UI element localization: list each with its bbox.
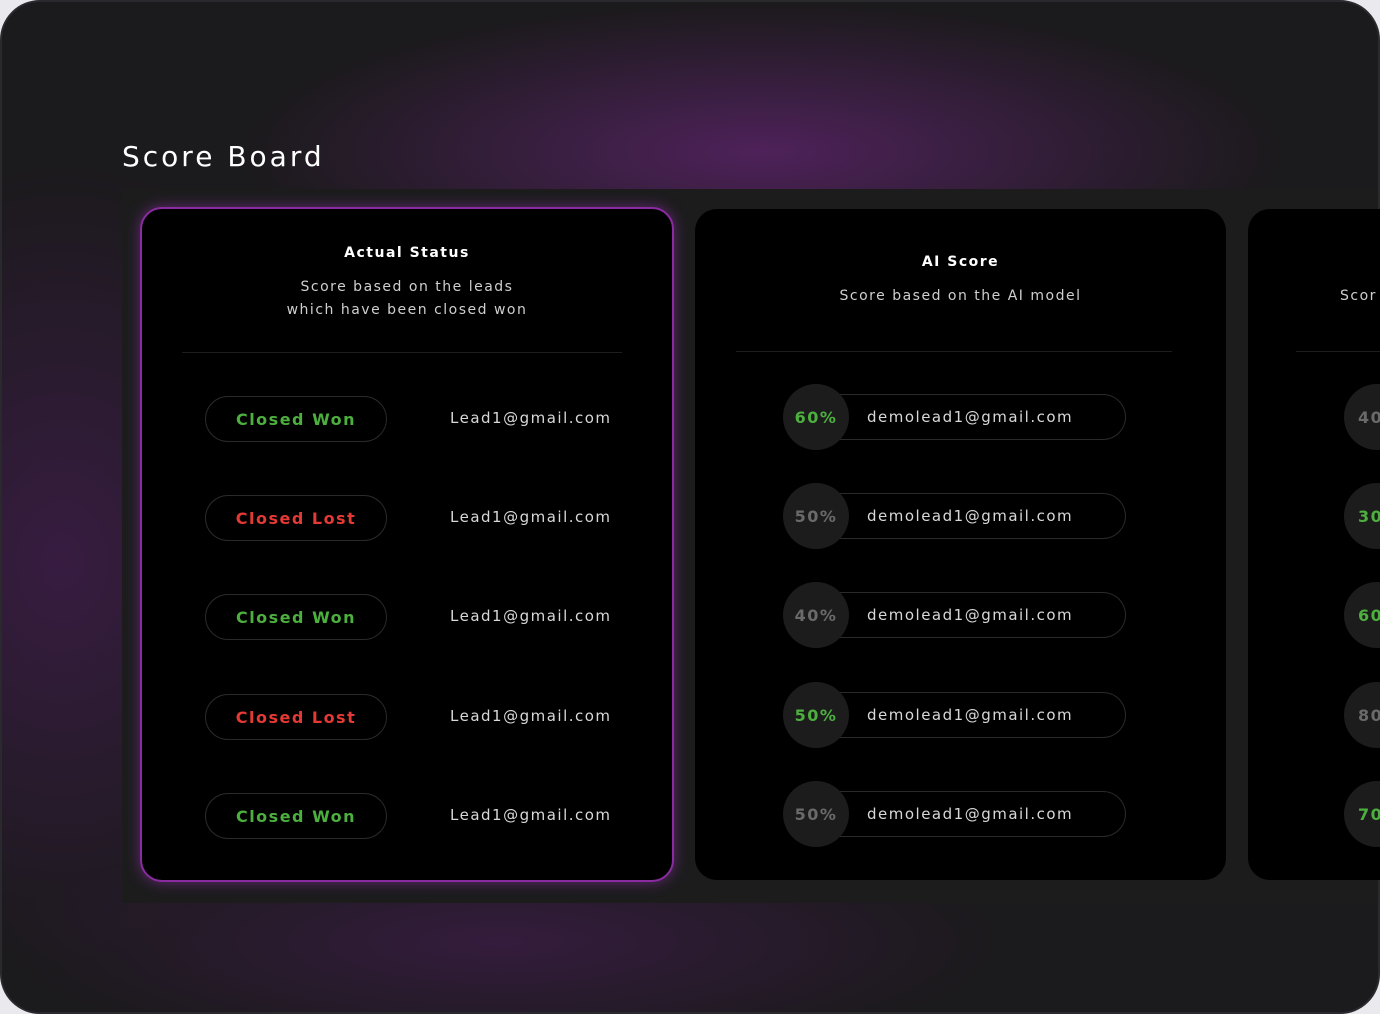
- ai-score-badge: 40%: [783, 582, 849, 648]
- card-subtitle: which have been closed won: [286, 302, 528, 318]
- card-subtitle: Scor: [1340, 288, 1377, 304]
- status-badge-lost[interactable]: Closed Lost: [205, 694, 387, 740]
- card-subtitle: Score based on the AI model: [839, 288, 1082, 304]
- card-title: Actual Status: [344, 245, 470, 261]
- page-title: Score Board: [122, 140, 325, 173]
- card-title: AI Score: [921, 254, 1000, 270]
- divider: [1296, 351, 1380, 352]
- card-subtitle: Score based on the leads: [300, 279, 514, 295]
- score-badge: 30: [1344, 483, 1380, 549]
- ai-score-badge: 60%: [783, 384, 849, 450]
- score-badge: 70: [1344, 781, 1380, 847]
- third-score-card[interactable]: Scor 40 30 60 80 70: [1248, 209, 1380, 880]
- lead-email: Lead1@gmail.com: [450, 508, 612, 526]
- status-badge-won[interactable]: Closed Won: [205, 793, 387, 839]
- lead-email: demolead1@gmail.com: [835, 592, 1126, 638]
- ai-score-badge: 50%: [783, 483, 849, 549]
- divider: [182, 352, 622, 353]
- divider: [736, 351, 1172, 352]
- lead-email: Lead1@gmail.com: [450, 806, 612, 824]
- status-badge-won[interactable]: Closed Won: [205, 594, 387, 640]
- status-badge-lost[interactable]: Closed Lost: [205, 495, 387, 541]
- lead-email: demolead1@gmail.com: [835, 394, 1126, 440]
- lead-email: demolead1@gmail.com: [835, 791, 1126, 837]
- actual-status-card[interactable]: Actual Status Score based on the leads w…: [140, 207, 674, 882]
- status-badge-won[interactable]: Closed Won: [205, 396, 387, 442]
- ai-score-badge: 50%: [783, 682, 849, 748]
- ai-score-card[interactable]: AI Score Score based on the AI model dem…: [695, 209, 1226, 880]
- score-badge: 60: [1344, 582, 1380, 648]
- score-badge: 80: [1344, 682, 1380, 748]
- lead-email: demolead1@gmail.com: [835, 692, 1126, 738]
- lead-email: demolead1@gmail.com: [835, 493, 1126, 539]
- lead-email: Lead1@gmail.com: [450, 409, 612, 427]
- score-badge: 40: [1344, 384, 1380, 450]
- ai-score-badge: 50%: [783, 781, 849, 847]
- lead-email: Lead1@gmail.com: [450, 707, 612, 725]
- lead-email: Lead1@gmail.com: [450, 607, 612, 625]
